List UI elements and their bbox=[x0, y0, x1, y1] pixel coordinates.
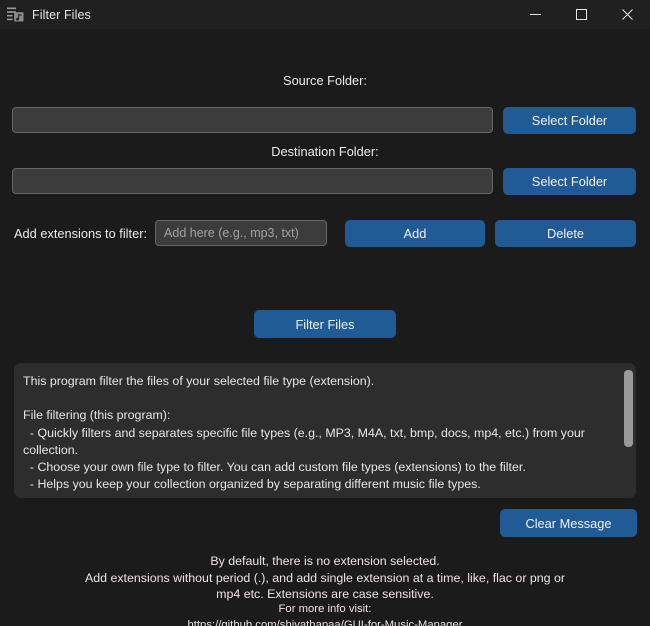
destination-select-folder-button[interactable]: Select Folder bbox=[503, 168, 636, 195]
clear-message-button[interactable]: Clear Message bbox=[500, 509, 637, 537]
message-panel: This program filter the files of your se… bbox=[14, 363, 636, 498]
info-label: For more info visit: bbox=[278, 603, 372, 615]
note-line-2: Add extensions without period (.), and a… bbox=[84, 570, 566, 585]
filter-files-button[interactable]: Filter Files bbox=[254, 310, 396, 338]
minimize-button[interactable] bbox=[512, 0, 558, 29]
source-folder-input[interactable] bbox=[12, 107, 493, 133]
close-button[interactable] bbox=[604, 0, 650, 29]
extension-label: Add extensions to filter: bbox=[14, 225, 148, 241]
message-scrollbar[interactable] bbox=[624, 367, 633, 494]
titlebar-left-group: Filter Files bbox=[0, 6, 91, 23]
window-titlebar: Filter Files bbox=[0, 0, 650, 29]
extension-row: Add extensions to filter: bbox=[14, 220, 328, 246]
default-note: By default, there is no extension select… bbox=[0, 553, 650, 603]
destination-folder-input[interactable] bbox=[12, 168, 493, 194]
window-title: Filter Files bbox=[32, 7, 91, 22]
music-list-icon bbox=[7, 6, 24, 23]
source-folder-label: Source Folder: bbox=[283, 73, 367, 88]
source-select-folder-button[interactable]: Select Folder bbox=[503, 107, 636, 134]
delete-extension-button[interactable]: Delete bbox=[495, 220, 636, 247]
window-controls bbox=[512, 0, 650, 29]
extension-input[interactable] bbox=[155, 220, 328, 246]
message-scrollbar-thumb[interactable] bbox=[624, 370, 633, 447]
add-extension-button[interactable]: Add bbox=[345, 220, 485, 247]
note-line-1: By default, there is no extension select… bbox=[210, 554, 440, 568]
note-line-3: mp4 etc. Extensions are case sensitive. bbox=[216, 587, 434, 601]
main-content: Source Folder: Select Folder Destination… bbox=[0, 29, 650, 626]
message-text: This program filter the files of your se… bbox=[23, 374, 585, 492]
maximize-button[interactable] bbox=[558, 0, 604, 29]
close-icon bbox=[621, 9, 633, 20]
info-block: For more info visit: https://github.com/… bbox=[0, 602, 650, 626]
maximize-icon bbox=[575, 9, 587, 20]
info-url[interactable]: https://github.com/shivathapaa/GUI-for-M… bbox=[0, 618, 650, 626]
minimize-icon bbox=[529, 14, 541, 15]
destination-folder-label: Destination Folder: bbox=[271, 144, 379, 159]
